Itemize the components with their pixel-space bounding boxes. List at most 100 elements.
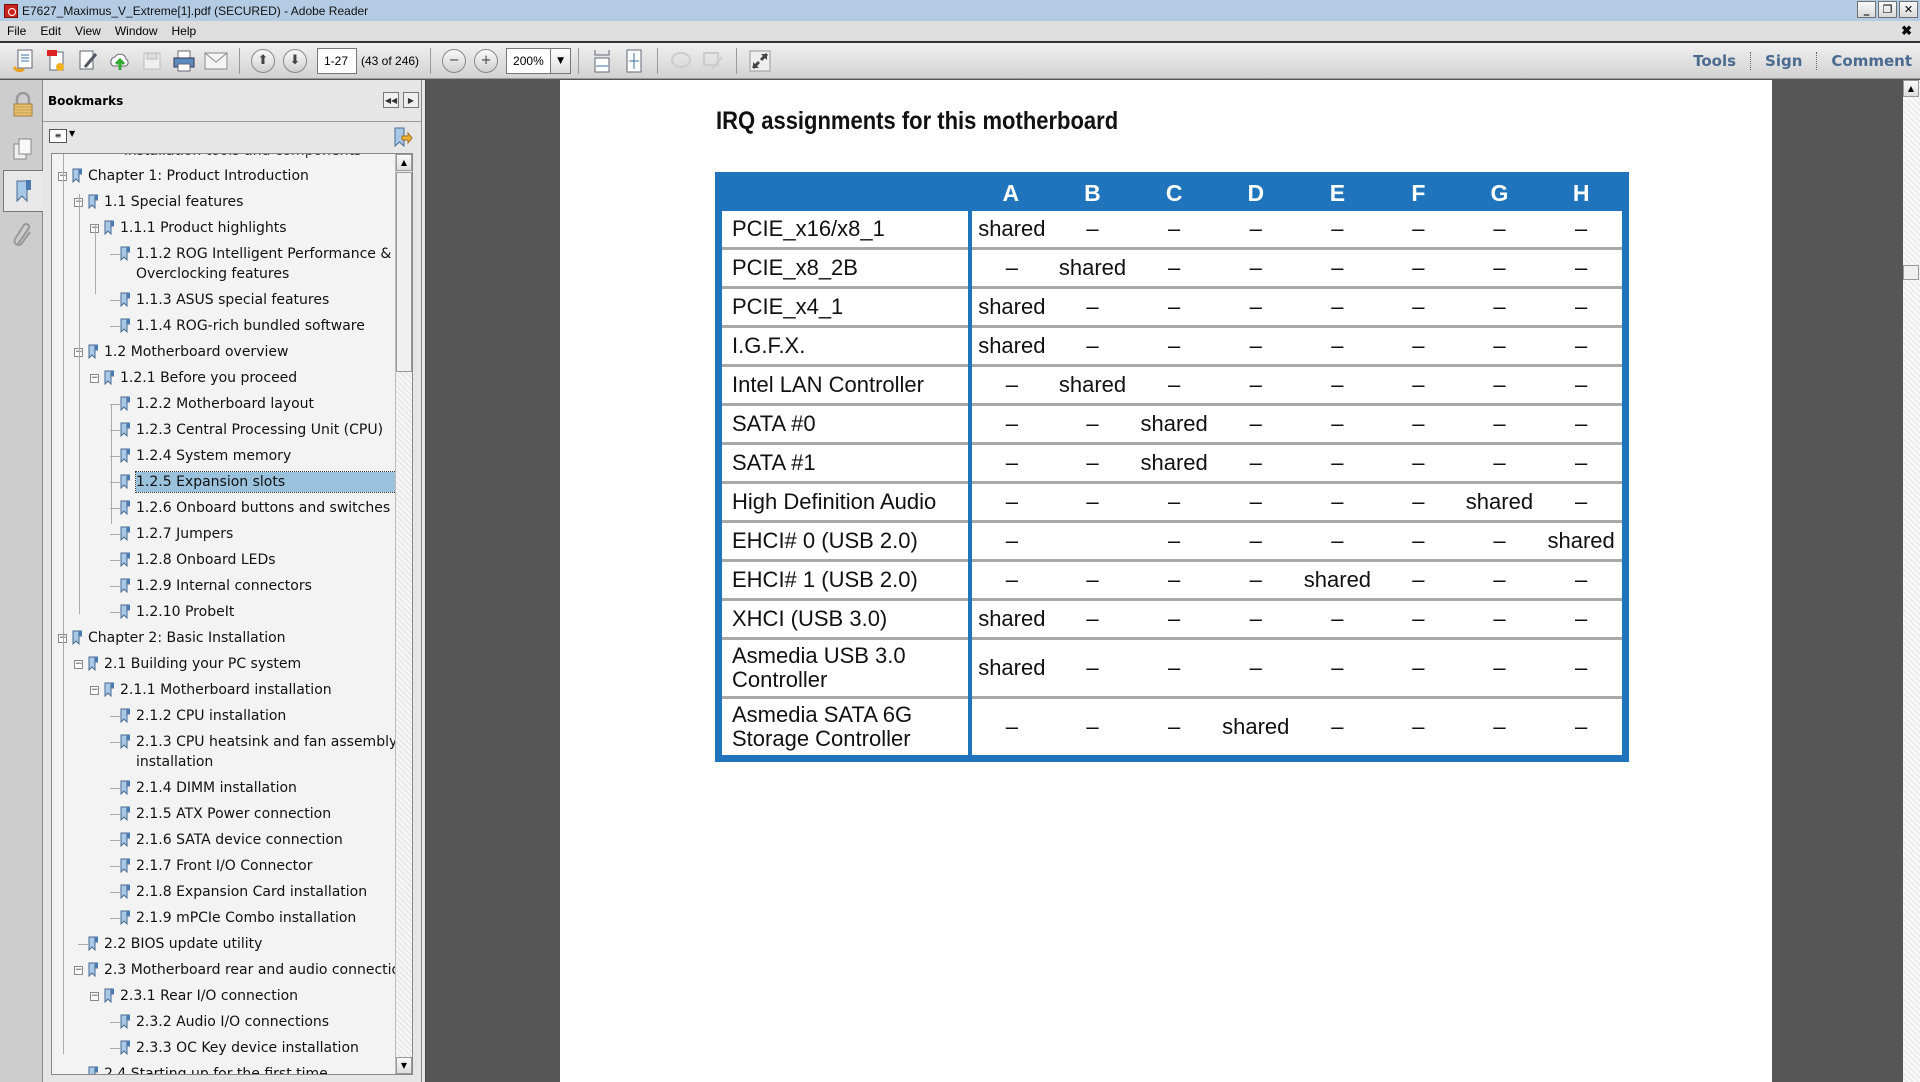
bookmark-item[interactable]: 2.3.1 Rear I/O connection: [120, 986, 298, 1006]
bookmark-item[interactable]: 1.2.2 Motherboard layout: [136, 394, 314, 414]
options-dropdown-icon[interactable]: ▼: [69, 129, 75, 138]
collapse-toggle-icon[interactable]: −: [90, 374, 99, 383]
bookmark-item[interactable]: 2.1.4 DIMM installation: [136, 778, 297, 798]
bookmark-item[interactable]: 1.2.6 Onboard buttons and switches: [136, 498, 390, 518]
collapse-toggle-icon[interactable]: −: [74, 660, 83, 669]
cloud-upload-icon[interactable]: [107, 48, 133, 74]
bookmark-scrollbar[interactable]: ▲ ▼: [395, 154, 412, 1074]
table-row: Asmedia USB 3.0 Controller shared – – – – – – –: [722, 638, 1622, 699]
doc-scroll-up-icon[interactable]: ▲: [1903, 80, 1919, 97]
column-header-f: F: [1378, 172, 1459, 211]
page-thumbnails-icon[interactable]: [3, 128, 43, 170]
bookmark-item[interactable]: Chapter 1: Product Introduction: [88, 166, 309, 186]
bookmark-item[interactable]: 2.1.9 mPCIe Combo installation: [136, 908, 356, 928]
bookmark-item[interactable]: 2.2 BIOS update utility: [104, 934, 262, 954]
bookmark-label: 2.1.6 SATA device connection: [136, 832, 343, 848]
security-lock-icon[interactable]: [3, 84, 43, 126]
bookmark-item[interactable]: 1.2.10 ProbeIt: [136, 602, 234, 622]
bookmark-item[interactable]: 1.2.3 Central Processing Unit (CPU): [136, 420, 383, 440]
menu-view[interactable]: View: [68, 24, 108, 38]
bookmark-item[interactable]: 1.1.3 ASUS special features: [136, 290, 329, 310]
bookmark-item[interactable]: 2.3.3 OC Key device installation: [136, 1038, 359, 1058]
bookmark-item[interactable]: 2.1 Building your PC system: [104, 654, 301, 674]
collapse-toggle-icon[interactable]: −: [90, 992, 99, 1001]
collapse-panel-icon[interactable]: ◀◀: [383, 92, 399, 108]
document-scrollbar[interactable]: ▲: [1903, 80, 1920, 1082]
tools-pane-link[interactable]: Tools: [1679, 52, 1752, 70]
irq-cell: –: [1540, 560, 1622, 601]
bookmark-item[interactable]: 1.1.4 ROG-rich bundled software: [136, 316, 365, 336]
collapse-toggle-icon[interactable]: −: [90, 686, 99, 695]
close-document-icon[interactable]: ✖: [1901, 23, 1912, 39]
tree-connector: [110, 814, 120, 815]
print-icon[interactable]: [171, 48, 197, 74]
bookmark-item[interactable]: 2.4 Starting up for the first time: [104, 1064, 328, 1074]
bookmark-item[interactable]: 1.1 Special features: [104, 192, 243, 212]
menu-file[interactable]: File: [0, 24, 33, 38]
bookmark-item[interactable]: 2.1.1 Motherboard installation: [120, 680, 332, 700]
menu-window[interactable]: Window: [108, 24, 165, 38]
bookmark-item[interactable]: 1.1.1 Product highlights: [120, 218, 287, 238]
zoom-input[interactable]: 200%: [506, 47, 552, 74]
bookmark-item[interactable]: 1.2.4 System memory: [136, 446, 291, 466]
irq-cell: –: [1378, 287, 1459, 328]
expand-panel-icon[interactable]: ▶: [403, 92, 419, 108]
scroll-up-icon[interactable]: ▲: [396, 154, 412, 171]
zoom-dropdown-icon[interactable]: ▼: [551, 47, 572, 74]
restore-button[interactable]: ❐: [1878, 1, 1897, 18]
menu-edit[interactable]: Edit: [33, 24, 68, 38]
bookmark-item[interactable]: 1.2.8 Onboard LEDs: [136, 550, 276, 570]
previous-page-icon[interactable]: ⬆: [251, 48, 275, 73]
open-file-icon[interactable]: [11, 48, 37, 74]
bookmark-item[interactable]: 1.2.1 Before you proceed: [120, 368, 297, 388]
bookmark-item[interactable]: 2.1.7 Front I/O Connector: [136, 856, 312, 876]
bookmark-label: 2.1.3 CPU heatsink and fan assembly: [136, 734, 398, 750]
attachments-icon[interactable]: [3, 214, 43, 256]
fit-page-icon[interactable]: [621, 48, 647, 74]
fit-width-icon[interactable]: [589, 48, 615, 74]
next-page-icon[interactable]: ⬇: [283, 48, 307, 73]
email-icon[interactable]: [203, 48, 229, 74]
bookmark-options-icon[interactable]: ≡: [49, 129, 67, 143]
bookmark-item[interactable]: Chapter 2: Basic Installation: [88, 628, 286, 648]
scroll-thumb[interactable]: [396, 172, 412, 372]
doc-scroll-thumb[interactable]: [1903, 265, 1919, 280]
bookmark-item[interactable]: 2.1.6 SATA device connection: [136, 830, 343, 850]
page-number-input[interactable]: 1-27: [317, 47, 357, 74]
bookmark-item[interactable]: 2.1.8 Expansion Card installation: [136, 882, 367, 902]
irq-cell: –: [1540, 599, 1622, 640]
create-pdf-icon[interactable]: [43, 48, 69, 74]
typewriter-icon[interactable]: [700, 48, 726, 74]
bookmark-item[interactable]: 2.3.2 Audio I/O connections: [136, 1012, 329, 1032]
bookmark-item[interactable]: 2.1.5 ATX Power connection: [136, 804, 331, 824]
comment-bubble-icon[interactable]: [668, 48, 694, 74]
bookmarks-panel-icon[interactable]: [3, 170, 44, 212]
expand-current-bookmark-icon[interactable]: [393, 126, 413, 152]
bookmark-item[interactable]: 1.2 Motherboard overview: [104, 342, 288, 362]
bookmark-item-selected[interactable]: 1.2.5 Expansion slots: [135, 471, 405, 493]
irq-cell: –: [1296, 443, 1379, 484]
irq-cell: –: [1458, 599, 1541, 640]
bookmark-item[interactable]: 2.1.2 CPU installation: [136, 706, 286, 726]
save-icon[interactable]: [139, 48, 165, 74]
bookmark-item[interactable]: 1.2.9 Internal connectors: [136, 576, 312, 596]
edit-pdf-icon[interactable]: [75, 48, 101, 74]
irq-cell: –: [1214, 599, 1297, 640]
zoom-out-icon[interactable]: −: [442, 48, 467, 73]
irq-cell: –: [1214, 443, 1297, 484]
bookmark-item[interactable]: 2.1.3 CPU heatsink and fan assembly insta…: [136, 732, 397, 772]
comment-pane-link[interactable]: Comment: [1817, 52, 1920, 70]
bookmark-item[interactable]: 1.2.7 Jumpers: [136, 524, 233, 544]
bookmark-item[interactable]: 1.1.2 ROG Intelligent Performance & Overc…: [136, 244, 391, 284]
scroll-down-icon[interactable]: ▼: [396, 1057, 412, 1074]
menu-help[interactable]: Help: [165, 24, 204, 38]
collapse-toggle-icon[interactable]: −: [74, 966, 83, 975]
close-button[interactable]: ✕: [1899, 1, 1918, 18]
bookmark-item[interactable]: 2.3 Motherboard rear and audio connectio…: [104, 960, 412, 980]
zoom-in-icon[interactable]: +: [474, 48, 499, 73]
sign-pane-link[interactable]: Sign: [1751, 52, 1818, 70]
full-screen-icon[interactable]: [747, 48, 773, 74]
table-row: XHCI (USB 3.0) shared – – – – – – –: [722, 599, 1622, 640]
minimize-button[interactable]: _: [1857, 1, 1876, 18]
bookmark-item-partial[interactable]: installation tools and components: [124, 154, 361, 161]
